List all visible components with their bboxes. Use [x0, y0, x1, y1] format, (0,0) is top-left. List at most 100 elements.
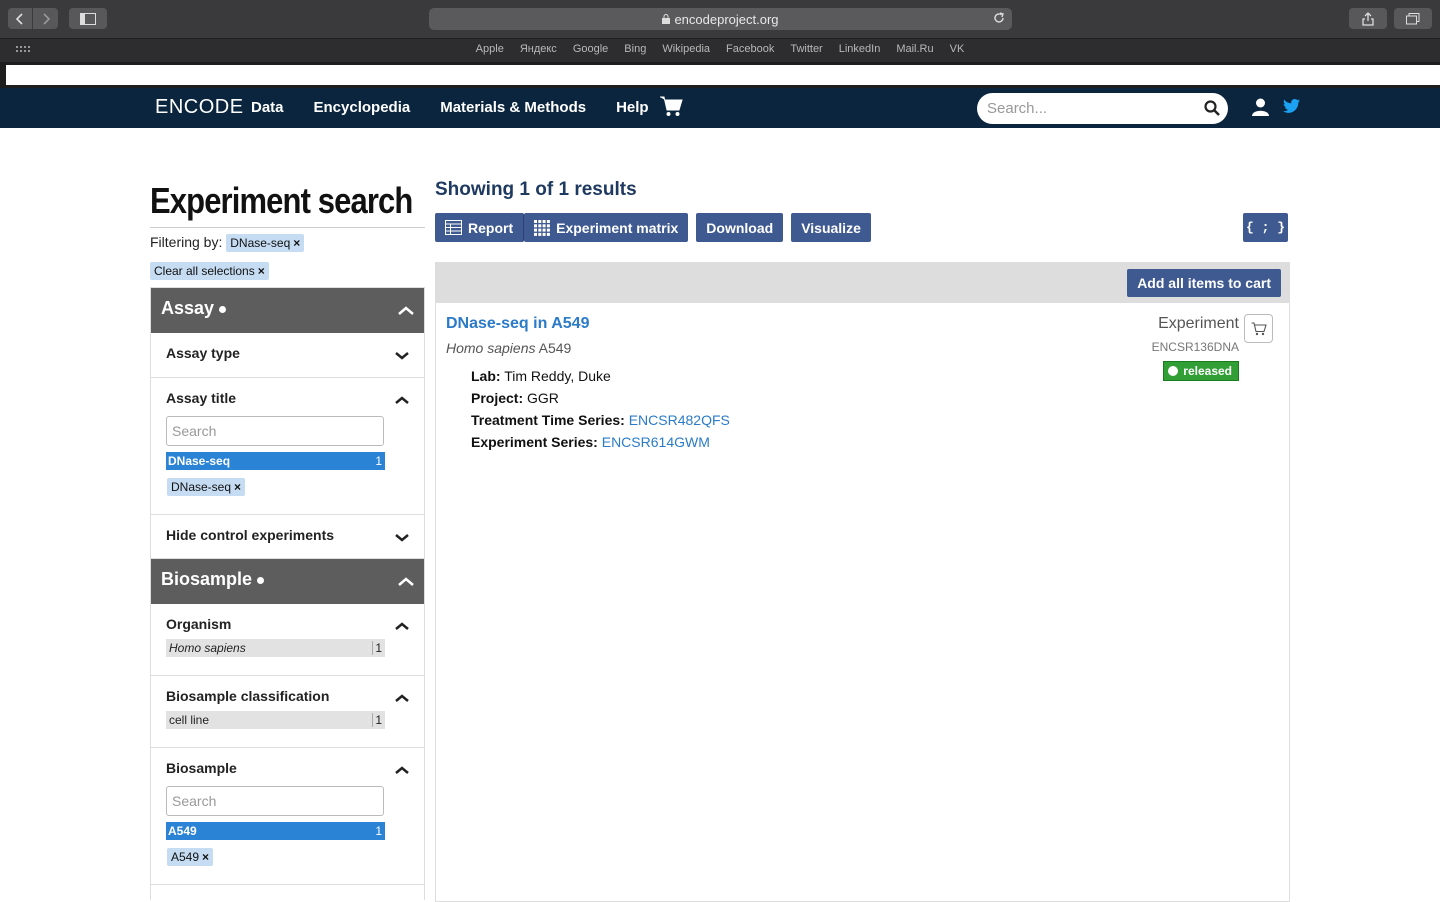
chevron-left-icon: [15, 12, 23, 25]
share-icon: [1362, 11, 1374, 26]
chevron-up-icon[interactable]: [395, 694, 409, 703]
chevron-up-icon[interactable]: [398, 306, 414, 316]
facet-title: Organism: [166, 616, 232, 632]
add-to-cart-button[interactable]: [1244, 314, 1273, 343]
experiment-matrix-button[interactable]: Experiment matrix: [524, 213, 689, 242]
facet-term[interactable]: cell line 1: [166, 711, 385, 729]
selected-term-chip[interactable]: A549 ×: [167, 848, 214, 866]
favorite-wikipedia[interactable]: Wikipedia: [654, 43, 718, 55]
visualize-button[interactable]: Visualize: [791, 213, 871, 242]
facet-title: Biosample: [166, 760, 237, 776]
add-all-to-cart-button[interactable]: Add all items to cart: [1127, 269, 1281, 297]
site-navbar: ENCODE Data Encyclopedia Materials & Met…: [0, 88, 1440, 128]
term-label: A549: [168, 824, 197, 838]
filter-chip[interactable]: DNase-seq ×: [226, 234, 305, 252]
menu-materials-methods[interactable]: Materials & Methods: [440, 99, 586, 116]
menu-data[interactable]: Data: [251, 99, 284, 116]
back-button[interactable]: [8, 8, 33, 29]
facet-group-assay[interactable]: Assay: [151, 288, 424, 333]
facet-term-selected[interactable]: A549 1: [166, 822, 385, 840]
results-header-bar: Add all items to cart: [436, 263, 1289, 303]
facet-term-selected[interactable]: DNase-seq 1: [166, 452, 385, 470]
term-label: Homo sapiens: [169, 641, 246, 655]
favorite-google[interactable]: Google: [565, 43, 616, 55]
close-icon[interactable]: ×: [234, 480, 241, 494]
search-placeholder: Search: [172, 793, 217, 809]
button-label: Visualize: [801, 219, 861, 236]
reload-icon[interactable]: [992, 11, 1006, 25]
filtering-label: Filtering by:: [150, 234, 223, 250]
facet-organism: Organism Homo sapiens 1: [151, 604, 424, 676]
field-label: Project:: [471, 390, 524, 406]
facet-hide-controls[interactable]: Hide control experiments: [151, 515, 424, 559]
filtering-row: Filtering by: DNase-seq ×: [150, 234, 305, 252]
assay-search-input[interactable]: Search: [166, 416, 384, 446]
result-organism: Homo sapiens: [446, 340, 536, 356]
show-tabs-button[interactable]: [1394, 8, 1432, 29]
menu-encyclopedia[interactable]: Encyclopedia: [314, 99, 411, 116]
tabs-icon: [1406, 12, 1420, 24]
field-label: Lab:: [471, 368, 501, 384]
chevron-right-icon: [42, 12, 50, 25]
favorite-apple[interactable]: Apple: [468, 43, 512, 55]
lock-icon: [662, 14, 671, 24]
facet-biosample: Biosample Search A549 1 A549 ×: [151, 748, 424, 885]
facet-term[interactable]: Homo sapiens 1: [166, 639, 385, 657]
result-subtitle: Homo sapiens A549: [446, 340, 571, 356]
selected-term-chip[interactable]: DNase-seq ×: [167, 478, 246, 496]
close-icon[interactable]: ×: [202, 850, 209, 864]
search-icon[interactable]: [1204, 100, 1220, 116]
brand-logo[interactable]: ENCODE: [155, 96, 244, 119]
sidebar-toggle-button[interactable]: [69, 8, 107, 29]
active-dot-icon: [219, 305, 227, 313]
field-value: GGR: [527, 390, 559, 406]
favorite-vk[interactable]: VK: [942, 43, 973, 55]
report-button[interactable]: Report: [435, 213, 525, 242]
close-icon[interactable]: ×: [293, 236, 300, 250]
experiment-series-link[interactable]: ENCSR614GWM: [602, 434, 710, 450]
close-icon[interactable]: ×: [258, 264, 265, 278]
address-bar[interactable]: encodeproject.org: [429, 8, 1012, 30]
site-search-input[interactable]: [987, 93, 1197, 124]
favorites-bar: Apple Яндекс Google Bing Wikipedia Faceb…: [0, 38, 1440, 62]
cart-icon[interactable]: [660, 96, 683, 117]
chevron-up-icon[interactable]: [395, 396, 409, 405]
chevron-up-icon[interactable]: [395, 622, 409, 631]
favorite-facebook[interactable]: Facebook: [718, 43, 782, 55]
facet-assay-title: Assay title Search DNase-seq 1 DNase-seq…: [151, 378, 424, 515]
user-icon[interactable]: [1252, 98, 1269, 116]
search-placeholder: Search: [172, 423, 217, 439]
download-button[interactable]: Download: [696, 213, 784, 242]
treatment-series-link[interactable]: ENCSR482QFS: [629, 412, 730, 428]
term-count: 1: [372, 713, 382, 727]
page-title: Experiment search: [150, 180, 413, 221]
share-button[interactable]: [1349, 8, 1387, 29]
menu-help[interactable]: Help: [616, 99, 649, 116]
chevron-down-icon[interactable]: [395, 351, 409, 360]
json-button[interactable]: { ; }: [1243, 213, 1288, 242]
status-label: released: [1183, 364, 1232, 378]
favorite-mailru[interactable]: Mail.Ru: [888, 43, 941, 55]
facet-assay-type[interactable]: Assay type: [151, 333, 424, 378]
forward-button[interactable]: [33, 8, 58, 29]
chevron-up-icon[interactable]: [395, 766, 409, 775]
cart-icon: [1251, 321, 1267, 335]
biosample-search-input[interactable]: Search: [166, 786, 384, 816]
favorite-yandex[interactable]: Яндекс: [512, 43, 565, 55]
twitter-icon[interactable]: [1283, 99, 1300, 113]
favorite-bing[interactable]: Bing: [616, 43, 654, 55]
chevron-down-icon[interactable]: [395, 533, 409, 542]
result-type: Experiment: [1158, 315, 1239, 332]
field-label: Experiment Series:: [471, 434, 598, 450]
facet-group-label: Assay: [161, 298, 215, 318]
table-icon: [445, 220, 462, 235]
button-label: Report: [468, 219, 514, 236]
clear-all-button[interactable]: Clear all selections ×: [150, 262, 269, 280]
result-treatment-row: Treatment Time Series: ENCSR482QFS: [471, 409, 730, 431]
favorite-linkedin[interactable]: LinkedIn: [831, 43, 889, 55]
result-project-row: Project: GGR: [471, 387, 730, 409]
result-title-link[interactable]: DNase-seq in A549: [446, 315, 589, 333]
chevron-up-icon[interactable]: [398, 577, 414, 587]
facet-group-biosample[interactable]: Biosample: [151, 559, 424, 604]
favorite-twitter[interactable]: Twitter: [782, 43, 830, 55]
